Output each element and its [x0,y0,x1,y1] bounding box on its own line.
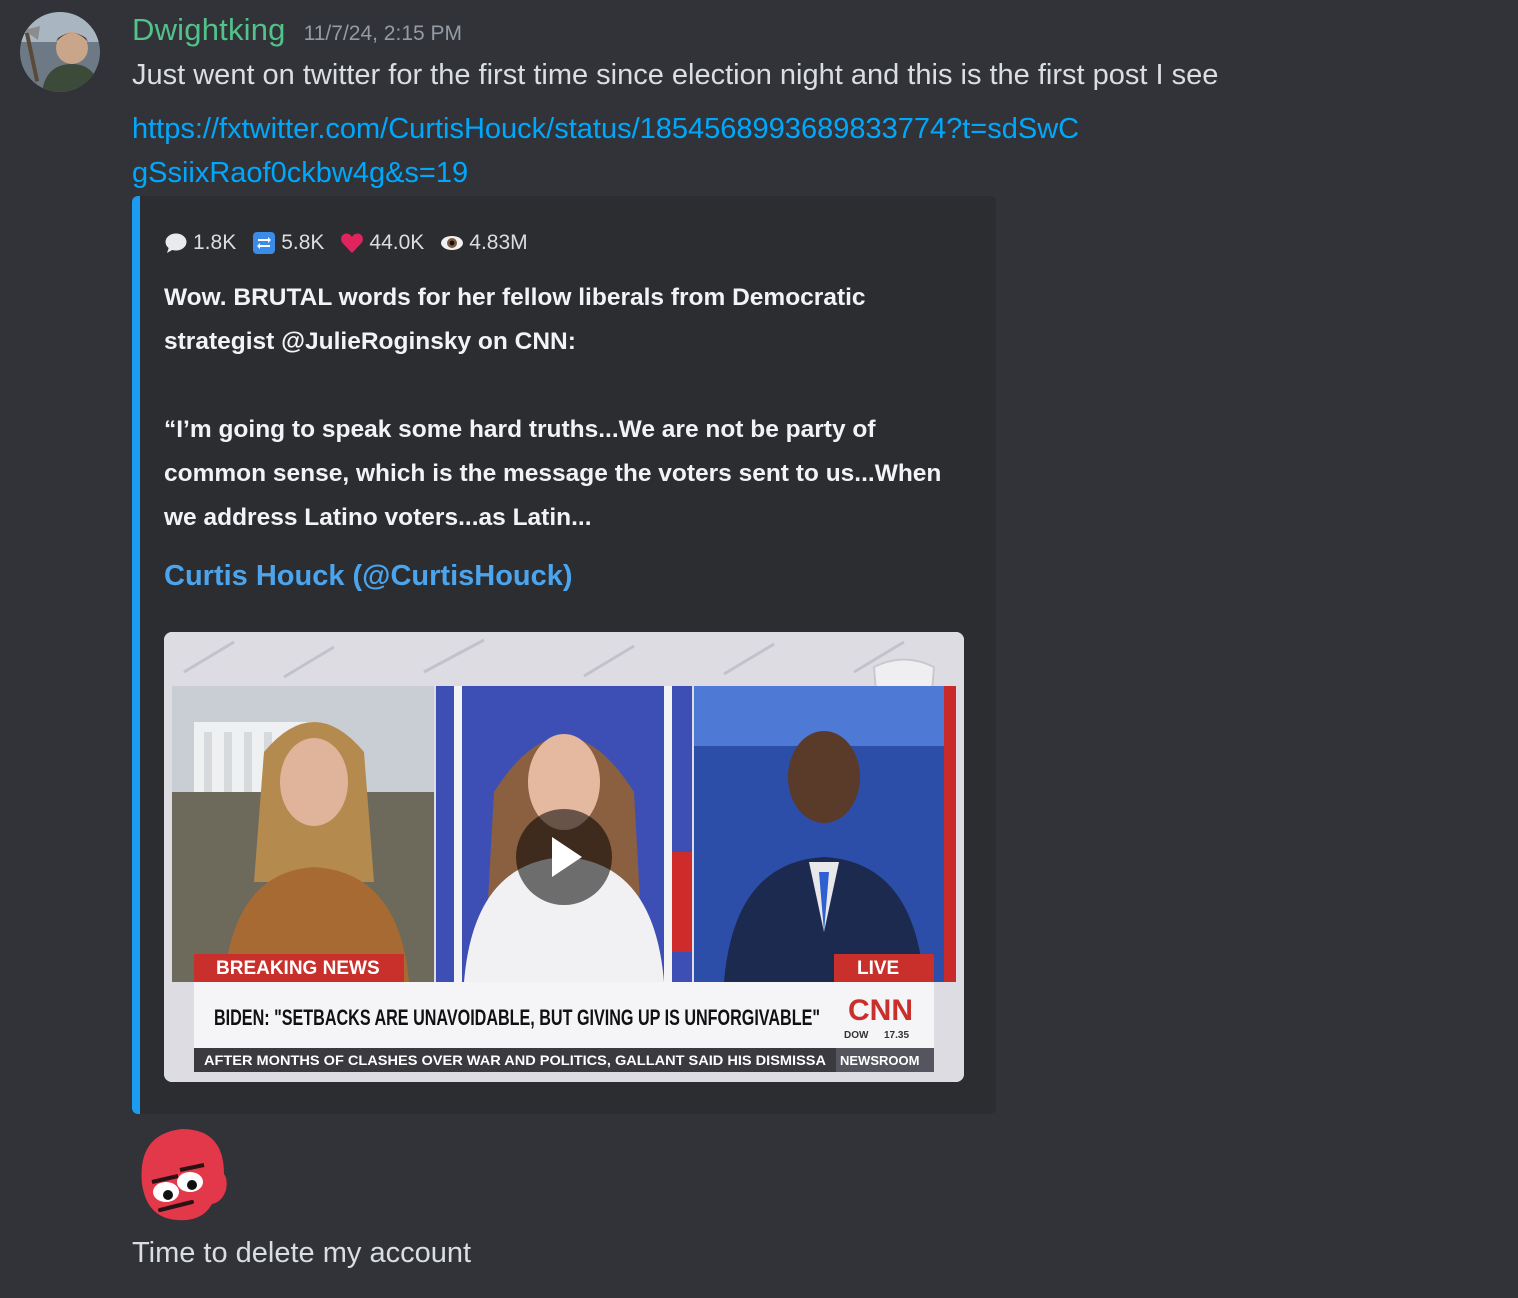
view-count: 4.83M [469,231,528,254]
timestamp[interactable]: 11/7/24, 2:15 PM [304,22,462,46]
retweet-count: 5.8K [281,231,325,254]
message-text: Just went on twitter for the first time … [132,59,1219,91]
video-thumbnail[interactable]: BREAKING NEWS LIVE BIDEN: "SETBACKS ARE … [164,632,964,1082]
like-stat: 44.0K [340,231,424,255]
tweet-embed: 1.8K 5.8K 44.0K 4.83M Wow. BRUTAL words … [132,196,996,1114]
play-icon [516,809,612,905]
ticker-index: DOW [844,1030,869,1041]
crawl-tag: NEWSROOM [840,1053,919,1068]
followup-message-text: Time to delete my account [132,1237,472,1269]
view-stat: 4.83M [440,231,528,255]
user-avatar[interactable] [20,12,100,92]
avatar-image [20,12,100,92]
crawl-text: AFTER MONTHS OF CLASHES OVER WAR AND POL… [204,1052,826,1068]
message-header: Dwightking 11/7/24, 2:15 PM [132,12,462,52]
tweet-link[interactable]: https://fxtwitter.com/CurtisHouck/status… [132,107,1092,195]
retweet-stat: 5.8K [252,231,324,255]
live-label: LIVE [857,958,899,979]
red-face-icon [141,1129,227,1221]
cnn-logo: CNN [848,994,913,1027]
breaking-news-label: BREAKING NEWS [216,958,380,979]
tweet-stats: 1.8K 5.8K 44.0K 4.83M [164,228,544,258]
tweet-body: Wow. BRUTAL words for her fellow liberal… [164,276,944,540]
like-count: 44.0K [369,231,425,254]
embed-accent-bar [132,196,140,1114]
tweet-paragraph: Wow. BRUTAL words for her fellow liberal… [164,284,866,355]
speech-bubble-icon [165,233,187,253]
video-frame: BREAKING NEWS LIVE BIDEN: "SETBACKS ARE … [164,632,964,1082]
reply-count: 1.8K [193,231,237,254]
username[interactable]: Dwightking [132,12,286,48]
tweet-author[interactable]: Curtis Houck (@CurtisHouck) [164,560,573,593]
tweet-paragraph: “I’m going to speak some hard truths...W… [164,416,942,531]
retweet-icon [253,232,276,254]
chat-message: Dwightking 11/7/24, 2:15 PM Just went on… [0,0,1518,1298]
ticker-value: 17.35 [884,1030,909,1041]
red-face-emoji [132,1124,232,1224]
heart-icon [341,233,364,253]
headline-text: BIDEN: "SETBACKS ARE UNAVOIDABLE, BUT GI… [214,1005,820,1030]
eye-icon [441,236,464,250]
reply-stat: 1.8K [164,231,236,255]
